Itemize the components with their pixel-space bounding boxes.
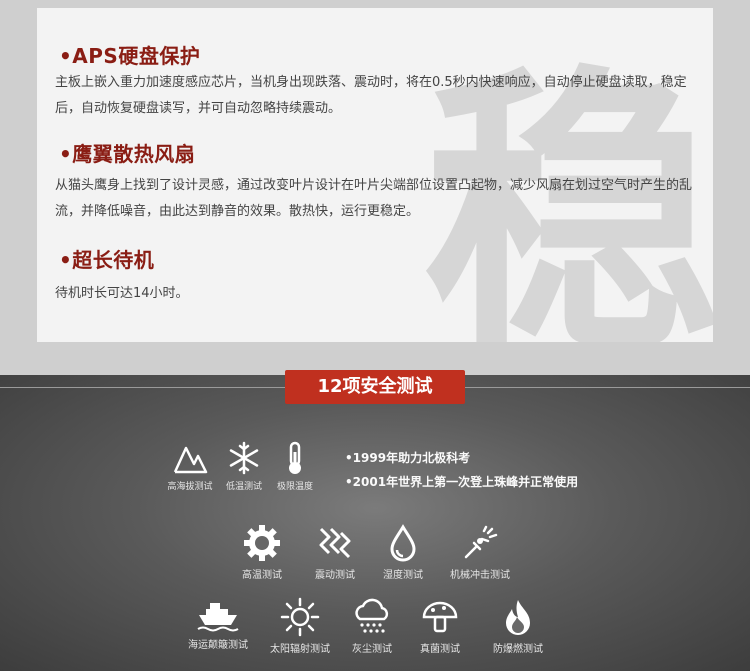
test-item-low-temp: 低温测试 bbox=[220, 440, 268, 492]
fact-arctic: •1999年助力北极科考 bbox=[345, 451, 471, 465]
mushroom-icon bbox=[422, 601, 458, 633]
thermometer-icon bbox=[289, 441, 301, 474]
gear-icon bbox=[244, 525, 280, 561]
test-label: 高温测试 bbox=[242, 570, 282, 581]
test-label: 湿度测试 bbox=[383, 570, 423, 581]
test-item-mechanical-shock: 机械冲击测试 bbox=[440, 523, 520, 581]
features-section: 稳 •APS硬盘保护 主板上嵌入重力加速度感应芯片，当机身出现跌落、震动时，将在… bbox=[0, 0, 750, 375]
mountain-icon bbox=[173, 446, 208, 474]
feature-title-fan: •鹰翼散热风扇 bbox=[59, 142, 196, 166]
test-item-shipping: 海运颠簸测试 bbox=[180, 597, 256, 651]
test-label: 低温测试 bbox=[225, 482, 262, 492]
droplet-icon bbox=[390, 524, 416, 562]
test-label: 震动测试 bbox=[315, 570, 355, 581]
vibration-icon bbox=[319, 527, 351, 559]
feature-title-standby: •超长待机 bbox=[59, 248, 155, 272]
flame-icon bbox=[506, 600, 530, 635]
test-item-explosion-proof: 防爆燃测试 bbox=[482, 597, 554, 655]
divider-line bbox=[0, 387, 285, 388]
test-label: 太阳辐射测试 bbox=[270, 644, 330, 655]
test-item-high-temp: 高温测试 bbox=[232, 523, 292, 581]
dust-cloud-icon bbox=[355, 598, 389, 633]
test-item-vibration: 震动测试 bbox=[305, 523, 365, 581]
test-label: 机械冲击测试 bbox=[450, 570, 510, 581]
feature-desc-fan: 从猫头鹰身上找到了设计灵感，通过改变叶片设计在叶片尖端部位设置凸起物，减少风扇在… bbox=[55, 178, 693, 219]
test-item-humidity: 湿度测试 bbox=[373, 523, 433, 581]
features-card: 稳 •APS硬盘保护 主板上嵌入重力加速度感应芯片，当机身出现跌落、震动时，将在… bbox=[37, 8, 713, 342]
test-item-extreme-temp: 极限温度 bbox=[272, 440, 318, 492]
test-item-altitude: 高海拔测试 bbox=[165, 440, 215, 492]
feature-title-aps: •APS硬盘保护 bbox=[59, 44, 201, 68]
sun-icon bbox=[280, 597, 320, 637]
test-label: 灰尘测试 bbox=[352, 644, 392, 655]
tests-badge: 12项安全测试 bbox=[285, 370, 465, 404]
test-label: 极限温度 bbox=[276, 482, 313, 492]
safety-tests-section: 12项安全测试 高海拔测试 低温测试 极限温度 •1999年助力北极科考 •20… bbox=[0, 370, 750, 671]
test-label: 海运颠簸测试 bbox=[188, 640, 248, 651]
test-item-solar-radiation: 太阳辐射测试 bbox=[262, 597, 338, 655]
test-item-dust: 灰尘测试 bbox=[342, 597, 402, 655]
snowflake-icon bbox=[229, 441, 259, 475]
ship-icon bbox=[197, 603, 239, 632]
feature-desc-aps: 主板上嵌入重力加速度感应芯片，当机身出现跌落、震动时，将在0.5秒内快速响应，自… bbox=[55, 75, 687, 116]
impact-icon bbox=[464, 525, 498, 559]
test-item-fungus: 真菌测试 bbox=[410, 597, 470, 655]
test-label: 高海拔测试 bbox=[167, 482, 213, 492]
divider-line bbox=[465, 387, 750, 388]
feature-desc-standby: 待机时长可达14小时。 bbox=[55, 286, 189, 301]
fact-everest: •2001年世界上第一次登上珠峰并正常使用 bbox=[345, 475, 579, 489]
test-label: 真菌测试 bbox=[420, 644, 460, 655]
test-label: 防爆燃测试 bbox=[493, 644, 543, 655]
